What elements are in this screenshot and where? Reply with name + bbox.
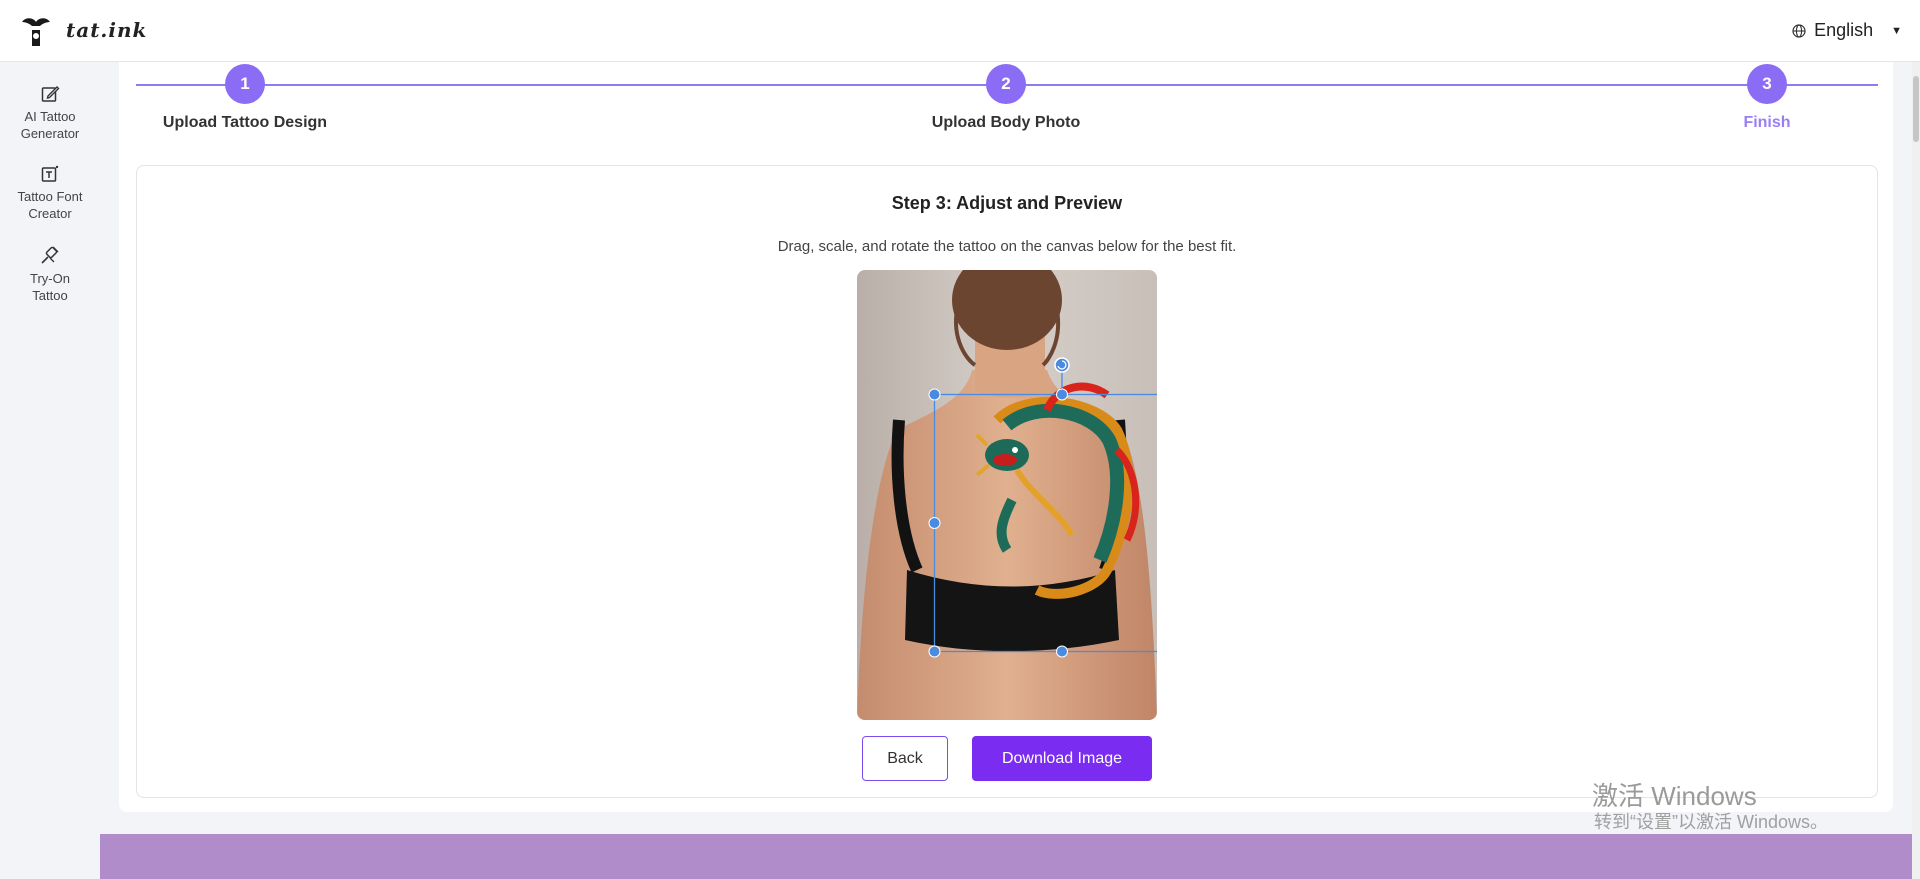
instructions-text: Drag, scale, and rotate the tattoo on th… xyxy=(777,238,1237,255)
tattoo-preview-canvas[interactable] xyxy=(857,270,1157,720)
tattoo-machine-icon xyxy=(41,246,59,264)
footer-band xyxy=(100,834,1920,879)
resize-handle-bottom-left[interactable] xyxy=(928,645,941,658)
scrollbar-thumb[interactable] xyxy=(1913,76,1919,142)
step-1-indicator: 1 xyxy=(225,64,265,104)
step-1-label: Upload Tattoo Design xyxy=(162,114,328,131)
sidebar-item-try-on-tattoo[interactable]: Try-On Tattoo xyxy=(0,244,100,304)
brand-logo-icon[interactable] xyxy=(16,12,56,52)
page-scrollbar[interactable] xyxy=(1912,62,1920,879)
step-2-indicator: 2 xyxy=(986,64,1026,104)
back-button[interactable]: Back xyxy=(862,736,948,781)
chevron-down-icon: ▼ xyxy=(1891,24,1902,37)
step-3-label: Finish xyxy=(1743,114,1791,131)
sidebar-item-label: Tattoo Font xyxy=(17,189,83,204)
sidebar-item-label: Generator xyxy=(20,126,80,141)
step-2-label: Upload Body Photo xyxy=(931,114,1081,131)
download-image-button[interactable]: Download Image xyxy=(972,736,1152,781)
language-selector[interactable]: English ▼ xyxy=(1792,20,1902,41)
language-label: English xyxy=(1814,20,1874,40)
resize-handle-bottom[interactable] xyxy=(1056,645,1068,658)
resize-handle-left[interactable] xyxy=(928,517,941,529)
globe-icon xyxy=(1792,23,1806,38)
brand-name[interactable]: tat.ink xyxy=(66,18,147,42)
text-edit-icon xyxy=(41,165,59,182)
step-3-indicator: 3 xyxy=(1747,64,1787,104)
sidebar-item-label: Try-On xyxy=(30,271,70,286)
resize-handle-top-left[interactable] xyxy=(928,388,941,401)
page-title: Step 3: Adjust and Preview xyxy=(891,193,1123,213)
sidebar: AI Tattoo Generator Tattoo Font Creator … xyxy=(0,62,100,879)
sidebar-item-label: AI Tattoo xyxy=(24,109,76,124)
resize-handle-top[interactable] xyxy=(1056,388,1068,401)
sidebar-item-tattoo-font-creator[interactable]: Tattoo Font Creator xyxy=(0,164,100,222)
sidebar-item-ai-tattoo-generator[interactable]: AI Tattoo Generator xyxy=(0,84,100,142)
top-header: tat.ink English ▼ xyxy=(0,0,1920,62)
windows-activation-hint: 转到“设置”以激活 Windows。 xyxy=(1594,812,1829,832)
rotate-handle[interactable] xyxy=(1054,357,1070,373)
edit-icon xyxy=(41,86,60,102)
sidebar-item-label: Tattoo xyxy=(32,288,68,303)
sidebar-item-label: Creator xyxy=(28,206,72,221)
